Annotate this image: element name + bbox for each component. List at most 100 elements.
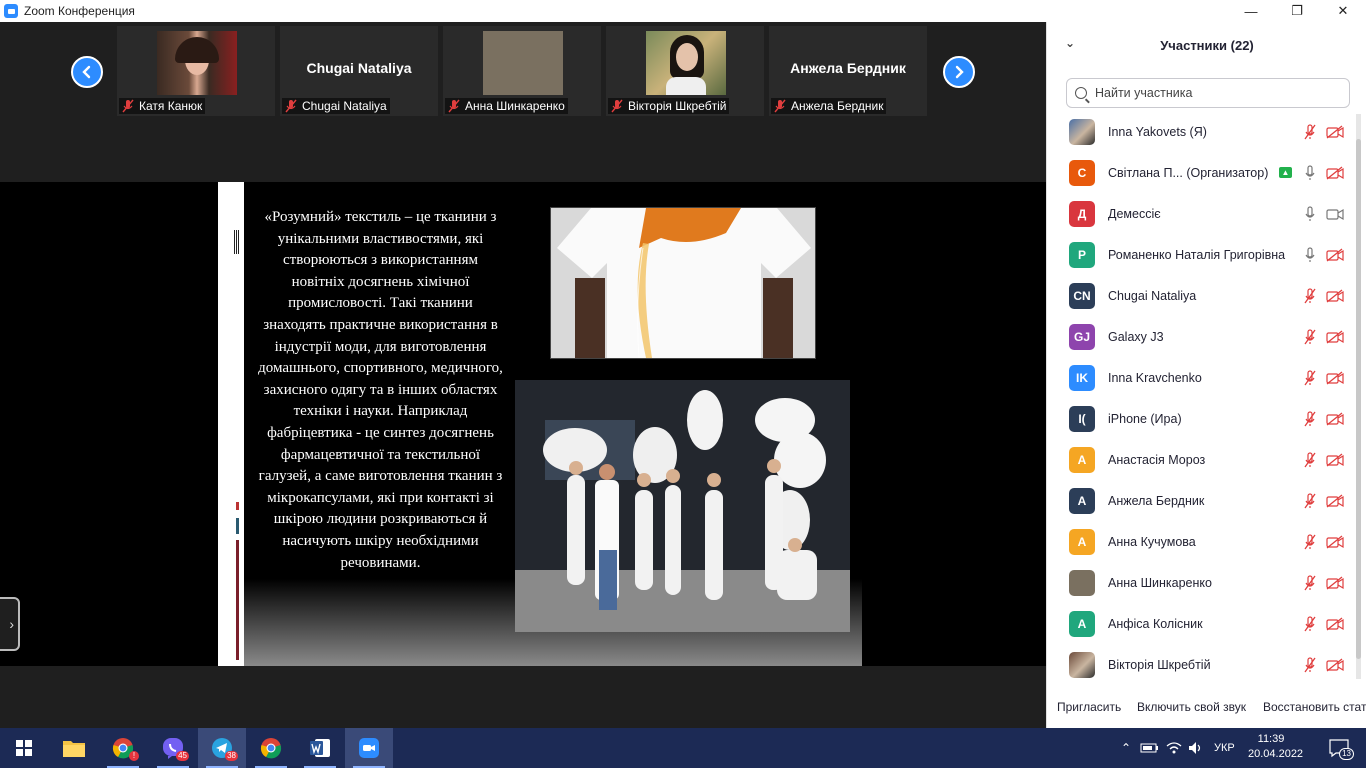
video-tile-3[interactable]: Анна Шинкаренко	[443, 26, 601, 116]
taskbar-viber[interactable]: 45	[149, 728, 197, 768]
mic-muted-icon[interactable]	[1303, 369, 1317, 386]
video-off-icon[interactable]	[1326, 411, 1344, 426]
start-button[interactable]	[0, 728, 48, 768]
mic-muted-icon[interactable]	[1303, 533, 1317, 550]
participant-row[interactable]: GJ Galaxy J3	[1047, 316, 1357, 357]
language-indicator[interactable]: УКР	[1214, 742, 1235, 754]
taskbar-chrome[interactable]: !	[99, 728, 147, 768]
wifi-icon[interactable]	[1166, 741, 1182, 755]
participant-row[interactable]: А Анфіса Колісник	[1047, 603, 1357, 644]
mic-icon[interactable]	[1303, 164, 1317, 181]
video-off-icon[interactable]	[1326, 657, 1344, 672]
participant-row[interactable]: I(iPhone (Ира)	[1047, 398, 1357, 439]
video-icon[interactable]	[1326, 207, 1344, 221]
mic-icon[interactable]	[1303, 205, 1317, 222]
participant-avatar	[1069, 118, 1095, 145]
participant-row[interactable]: Анна Шинкаренко	[1047, 562, 1357, 603]
participant-row[interactable]: IK Inna Kravchenko	[1047, 357, 1357, 398]
mic-muted-icon[interactable]	[1303, 574, 1317, 591]
video-off-icon[interactable]	[1326, 247, 1344, 262]
participant-name: Chugai Nataliya	[1108, 288, 1197, 303]
previous-page-button[interactable]	[71, 56, 103, 88]
battery-icon[interactable]	[1140, 742, 1160, 754]
taskbar-chrome-2[interactable]	[247, 728, 295, 768]
minimize-button[interactable]: —	[1228, 0, 1274, 22]
taskbar-telegram[interactable]: 38	[198, 728, 246, 768]
shared-screen: «Розумний» текстиль – це тканини з уніка…	[0, 182, 1046, 666]
expand-panel-toggle[interactable]: ›	[0, 597, 20, 651]
video-off-icon[interactable]	[1326, 124, 1344, 139]
video-tile-4[interactable]: Вікторія Шкребтій	[606, 26, 764, 116]
participant-row[interactable]: Inna Yakovets (Я)	[1047, 111, 1357, 152]
participant-row[interactable]: Д Демессіє	[1047, 193, 1357, 234]
volume-icon[interactable]	[1188, 741, 1204, 755]
windows-taskbar: ! 45 38 ⌃ УКР 11:39 20.04.2022 13	[0, 728, 1366, 768]
participant-row[interactable]: CN Chugai Nataliya	[1047, 275, 1357, 316]
system-clock[interactable]: 11:39 20.04.2022	[1248, 732, 1303, 762]
restore-status-button[interactable]: Восстановить стату	[1263, 700, 1366, 714]
participant-avatar: IK	[1069, 364, 1095, 391]
participant-avatar: А	[1069, 487, 1095, 514]
participant-name: Анфіса Колісник	[1108, 616, 1203, 631]
unmute-myself-button[interactable]: Включить свой звук	[1137, 700, 1246, 714]
video-off-icon[interactable]	[1326, 452, 1344, 467]
video-off-icon[interactable]	[1326, 616, 1344, 631]
system-tray: ⌃ УКР	[1118, 728, 1235, 768]
video-off-icon[interactable]	[1326, 534, 1344, 549]
participant-avatar: CN	[1069, 282, 1095, 309]
participant-row[interactable]: А Анжела Бердник	[1047, 480, 1357, 521]
window-controls: — ❐ ✕	[1228, 0, 1366, 22]
tile-name: Анжела Бердник	[791, 99, 884, 113]
mic-muted-icon	[774, 99, 786, 113]
participant-avatar: С	[1069, 159, 1095, 186]
search-icon	[1075, 87, 1087, 99]
mic-icon[interactable]	[1303, 246, 1317, 263]
close-button[interactable]: ✕	[1320, 0, 1366, 22]
mic-muted-icon	[611, 99, 623, 113]
participant-row[interactable]: А Анна Кучумова	[1047, 521, 1357, 562]
taskbar-word[interactable]	[296, 728, 344, 768]
next-page-button[interactable]	[943, 56, 975, 88]
participant-row[interactable]: Р Романенко Наталія Григорівна	[1047, 234, 1357, 275]
mic-muted-icon[interactable]	[1303, 328, 1317, 345]
participant-list-scrollbar[interactable]	[1356, 114, 1361, 679]
chevron-down-icon[interactable]: ⌄	[1065, 36, 1075, 50]
participant-avatar: I(	[1069, 405, 1095, 432]
video-tile-5[interactable]: Анжела Бердник Анжела Бердник	[769, 26, 927, 116]
slide-text: «Розумний» текстиль – це тканини з уніка…	[258, 209, 503, 571]
slide-image-tshirt	[550, 207, 816, 359]
video-off-icon[interactable]	[1326, 288, 1344, 303]
notification-center-button[interactable]: 13	[1328, 738, 1354, 760]
taskbar-file-explorer[interactable]	[50, 728, 98, 768]
participant-avatar	[1069, 651, 1095, 678]
video-off-icon[interactable]	[1326, 575, 1344, 590]
invite-button[interactable]: Пригласить	[1057, 700, 1121, 714]
video-thumbnail-strip: Катя Канюк Chugai Nataliya Chugai Natali…	[0, 22, 1046, 182]
video-tile-1[interactable]: Катя Канюк	[117, 26, 275, 116]
video-off-icon[interactable]	[1326, 370, 1344, 385]
video-off-icon[interactable]	[1326, 493, 1344, 508]
video-off-icon[interactable]	[1326, 165, 1344, 180]
participant-row[interactable]: Вікторія Шкребтій	[1047, 644, 1357, 685]
chevron-up-icon[interactable]: ⌃	[1118, 741, 1134, 755]
participant-row[interactable]: С Світлана П... (Организатор) ▲	[1047, 152, 1357, 193]
mic-muted-icon	[122, 99, 134, 113]
mic-muted-icon[interactable]	[1303, 615, 1317, 632]
mic-muted-icon[interactable]	[1303, 492, 1317, 509]
video-tile-2[interactable]: Chugai Nataliya Chugai Nataliya	[280, 26, 438, 116]
mic-muted-icon[interactable]	[1303, 123, 1317, 140]
mic-muted-icon[interactable]	[1303, 287, 1317, 304]
mic-muted-icon[interactable]	[1303, 656, 1317, 673]
mic-muted-icon[interactable]	[1303, 410, 1317, 427]
participant-search[interactable]	[1066, 78, 1350, 108]
video-off-icon[interactable]	[1326, 329, 1344, 344]
participant-photo	[157, 31, 237, 95]
taskbar-zoom[interactable]	[345, 728, 393, 768]
participant-name: Романенко Наталія Григорівна	[1108, 247, 1286, 262]
participant-search-input[interactable]	[1095, 86, 1335, 100]
maximize-button[interactable]: ❐	[1274, 0, 1320, 22]
participant-row[interactable]: А Анастасія Мороз	[1047, 439, 1357, 480]
tile-label: Анна Шинкаренко	[445, 98, 568, 114]
window-title: Zoom Конференция	[24, 4, 135, 18]
mic-muted-icon[interactable]	[1303, 451, 1317, 468]
